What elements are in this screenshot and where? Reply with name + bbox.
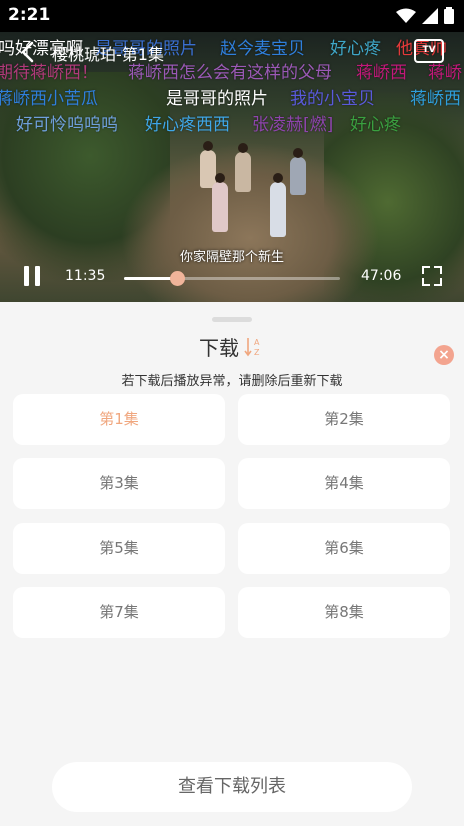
status-bar: 2:21 bbox=[0, 0, 464, 32]
episode-button-3[interactable]: 第3集 bbox=[13, 458, 225, 509]
progress-thumb[interactable] bbox=[170, 271, 186, 286]
sort-label-a: A bbox=[254, 338, 260, 347]
sort-label-z: Z bbox=[254, 348, 260, 357]
back-arrow-icon[interactable] bbox=[18, 40, 38, 64]
episode-button-4[interactable]: 第4集 bbox=[238, 458, 450, 509]
danmaku-comment: 好心疼西西 bbox=[145, 115, 230, 135]
pause-icon[interactable] bbox=[22, 266, 42, 288]
video-title: 樱桃琥珀-第1集 bbox=[52, 45, 164, 64]
episode-button-5[interactable]: 第5集 bbox=[13, 523, 225, 574]
episode-button-2[interactable]: 第2集 bbox=[238, 394, 450, 445]
video-scene-child bbox=[212, 173, 228, 232]
close-icon[interactable]: × bbox=[434, 345, 454, 365]
total-time: 47:06 bbox=[361, 268, 402, 284]
video-scene-child bbox=[290, 148, 306, 195]
progress-bar[interactable] bbox=[124, 271, 340, 286]
video-player[interactable]: 吗好漂亮啊 是哥哥的照片 赵今麦宝贝 好心疼 他真帅 期待蒋峤西！ 蒋峤西怎么会… bbox=[0, 32, 464, 302]
download-hint: 若下载后播放异常，请删除后重新下载 bbox=[121, 374, 343, 389]
danmaku-comment: 是哥哥的照片 bbox=[166, 89, 268, 109]
danmaku-comment: 蒋峤西小苦瓜 bbox=[0, 89, 98, 109]
current-time: 11:35 bbox=[65, 268, 106, 284]
video-top-bar: 樱桃琥珀-第1集 TV bbox=[0, 32, 464, 72]
episode-button-1[interactable]: 第1集 bbox=[13, 394, 225, 445]
battery-icon bbox=[444, 7, 454, 24]
video-scene-child bbox=[235, 143, 251, 192]
drag-handle[interactable] bbox=[212, 317, 252, 322]
fullscreen-icon[interactable] bbox=[422, 266, 442, 286]
status-time: 2:21 bbox=[8, 5, 51, 25]
episode-button-6[interactable]: 第6集 bbox=[238, 523, 450, 574]
danmaku-comment: 张凌赫[燃] bbox=[252, 115, 334, 135]
episode-button-8[interactable]: 第8集 bbox=[238, 587, 450, 638]
danmaku-comment: 好心疼 bbox=[350, 115, 401, 135]
sort-az-icon[interactable]: A Z bbox=[244, 336, 264, 358]
video-scene-child bbox=[200, 141, 216, 188]
video-controls: 11:35 47:06 bbox=[0, 260, 464, 296]
download-sheet: 下载 A Z × 若下载后播放异常，请删除后重新下载 第1集 第2集 第3集 第… bbox=[0, 306, 464, 826]
wifi-icon bbox=[396, 8, 416, 23]
tv-cast-icon[interactable]: TV bbox=[414, 39, 444, 63]
danmaku-comment: 我的小宝贝 bbox=[290, 89, 375, 109]
video-scene-child bbox=[270, 173, 286, 237]
episode-button-7[interactable]: 第7集 bbox=[13, 587, 225, 638]
signal-icon bbox=[422, 7, 438, 24]
sheet-title: 下载 bbox=[199, 336, 239, 360]
danmaku-comment: 好可怜呜呜呜 bbox=[16, 115, 118, 135]
danmaku-comment: 蒋峤西 bbox=[410, 89, 461, 109]
status-icons bbox=[396, 7, 454, 24]
view-download-list-button[interactable]: 查看下载列表 bbox=[52, 762, 412, 812]
